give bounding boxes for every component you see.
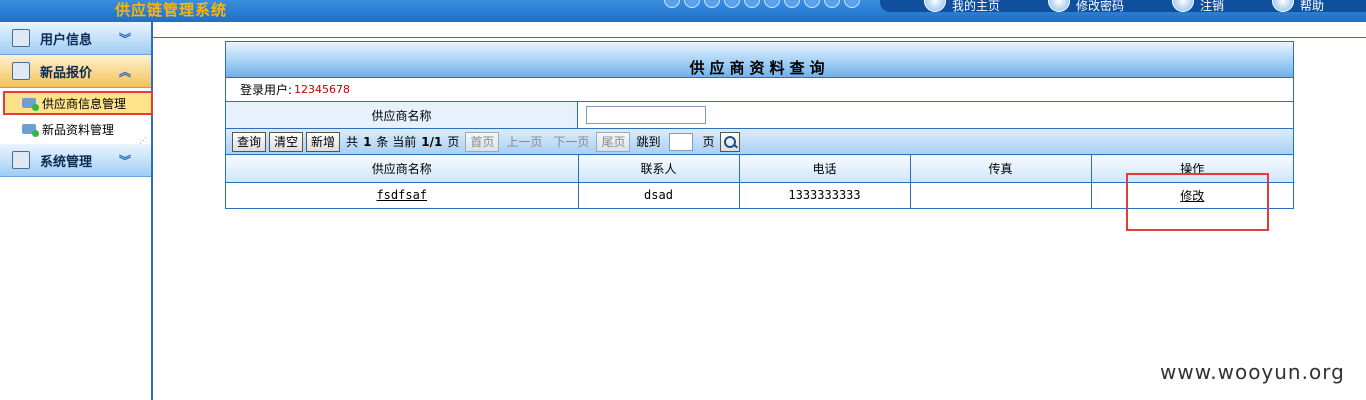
cell-phone: 1333333333 (739, 182, 911, 208)
chevron-down-icon: ︾ (118, 154, 131, 168)
col-supplier-name: 供应商名称 (226, 154, 579, 183)
login-user-row: 登录用户: 12345678 (226, 77, 1293, 101)
sidebar-group-new-quotes[interactable]: 新品报价 ︽ (0, 55, 151, 88)
jump-page-input[interactable] (669, 132, 694, 151)
supplier-name-input[interactable] (586, 106, 706, 124)
cell-supplier-name: fsdfsaf (226, 182, 579, 208)
col-fax: 传真 (910, 154, 1092, 183)
decor-circle-icon (744, 0, 760, 8)
page-title: 供应商资料查询 (226, 42, 1293, 77)
last-page-button[interactable]: 尾页 (596, 131, 631, 152)
jump-label: 跳到 (636, 135, 661, 149)
content-frame-top (153, 22, 1366, 38)
logout-link[interactable]: 注销 (1172, 0, 1224, 13)
sidebar-item-new-product[interactable]: 新品资料管理 (0, 117, 151, 141)
annotation-highlight-box (1126, 173, 1269, 231)
decor-circle-icon (724, 0, 740, 8)
key-icon (1048, 0, 1071, 12)
sidebar-item-list: 供应商信息管理 新品资料管理 ⋰ (0, 88, 153, 145)
change-password-link[interactable]: 修改密码 (1048, 0, 1124, 13)
col-phone: 电话 (739, 154, 911, 183)
book-icon (12, 29, 30, 47)
supplier-name-link[interactable]: fsdfsaf (376, 188, 427, 202)
building-icon (12, 151, 30, 169)
home-link[interactable]: 我的主页 (924, 0, 1000, 13)
sidebar-group-system[interactable]: 系统管理 ︾ (0, 144, 151, 177)
col-contact: 联系人 (578, 154, 740, 183)
decor-circle-icon (684, 0, 700, 8)
folder-icon (22, 124, 39, 137)
decor-circle-icon (824, 0, 840, 8)
app-title: 供应链管理系统 (115, 1, 228, 19)
query-button[interactable]: 查询 (232, 131, 267, 152)
page-indicator: 1/1 (421, 134, 443, 149)
first-page-button[interactable]: 首页 (465, 131, 500, 152)
decor-circle-icon (664, 0, 680, 8)
clear-button[interactable]: 清空 (269, 131, 304, 152)
watermark: www.wooyun.org (1160, 360, 1345, 384)
sidebar-item-supplier-info[interactable]: 供应商信息管理 (3, 91, 153, 115)
toolbar-row: 查询 清空 新增 共 1 条 当前 1/1 页 首页 上一页 下一页 尾页 跳到… (226, 128, 1293, 154)
decor-circle-icon (704, 0, 720, 8)
search-icon[interactable] (720, 131, 741, 152)
filter-row: 供应商名称 (226, 101, 1293, 128)
sidebar: 用户信息 ︾ 新品报价 ︽ 供应商信息管理 新品资料管理 ⋰ 系统管理 ︾ (0, 22, 153, 400)
logout-icon (1172, 0, 1195, 12)
record-count: 1 (363, 134, 372, 149)
cell-fax (910, 182, 1092, 208)
jump-suffix: 页 (702, 135, 715, 149)
top-banner: 供应链管理系统 我的主页 修改密码 注销 帮助 (0, 0, 1366, 22)
cell-contact: dsad (578, 182, 740, 208)
decor-circle-icon (784, 0, 800, 8)
home-icon (924, 0, 946, 12)
chevron-down-icon: ︾ (118, 32, 131, 46)
top-toolbar: 我的主页 修改密码 注销 帮助 (880, 0, 1366, 13)
folder-icon (22, 98, 39, 111)
next-page-button[interactable]: 下一页 (549, 132, 593, 152)
chevron-up-icon: ︽ (118, 65, 131, 79)
decor-circle-icon (804, 0, 820, 8)
quote-icon (12, 62, 30, 80)
decor-circle-icon (844, 0, 860, 8)
banner-decoration (664, 0, 860, 8)
pager-info: 共 1 条 当前 1/1 页 (346, 134, 460, 150)
login-user-id: 12345678 (294, 83, 351, 96)
help-icon (1272, 0, 1295, 12)
login-user-label: 登录用户: (240, 83, 293, 97)
add-button[interactable]: 新增 (306, 131, 341, 152)
sidebar-group-user-info[interactable]: 用户信息 ︾ (0, 22, 151, 55)
help-link[interactable]: 帮助 (1272, 0, 1324, 13)
decor-circle-icon (764, 0, 780, 8)
supplier-name-label: 供应商名称 (226, 102, 578, 128)
prev-page-button[interactable]: 上一页 (502, 132, 546, 152)
